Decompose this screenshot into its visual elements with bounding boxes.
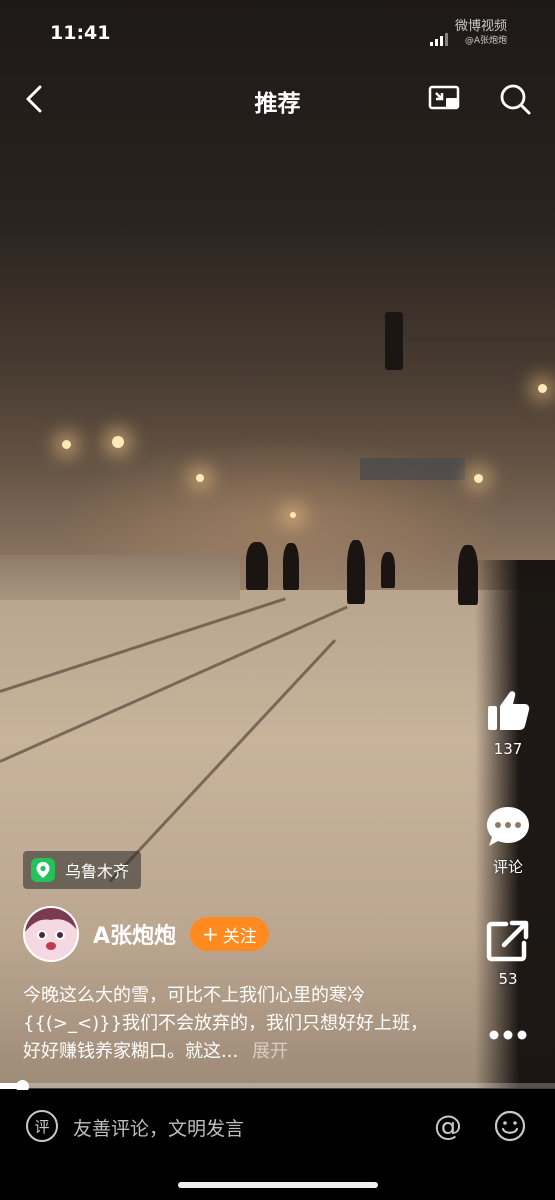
avatar[interactable] <box>23 906 79 962</box>
location-pin-icon <box>31 858 55 882</box>
video-player-screen: 11:41 微博视频 @A张炮炮 推荐 137 评论 53 乌鲁木齐 A张炮炮 … <box>0 0 555 1200</box>
location-name: 乌鲁木齐 <box>65 862 130 881</box>
page-title: 推荐 <box>254 91 301 117</box>
status-time: 11:41 <box>50 22 111 44</box>
street-lamp <box>538 384 547 393</box>
traffic-light <box>385 312 403 370</box>
more-options-button[interactable] <box>480 1022 536 1052</box>
emoji-icon <box>494 1110 526 1142</box>
status-bar: 11:41 微博视频 @A张炮炮 <box>0 0 555 70</box>
street-lamp <box>474 474 483 483</box>
watermark-brand: 微博视频 <box>455 19 508 34</box>
share-icon <box>486 920 529 962</box>
street-lamp <box>196 474 204 482</box>
thumbs-up-icon <box>488 691 530 730</box>
street-lamp <box>112 436 124 448</box>
signal-icon <box>430 27 450 46</box>
video-caption: 今晚这么大的雪，可比不上我们心里的寒冷{{(>_<)}}我们不会放弃的，我们只想… <box>23 982 443 1066</box>
pedestrian <box>381 552 395 588</box>
pedestrian <box>347 540 365 604</box>
more-dots-icon <box>489 1030 527 1040</box>
like-button[interactable]: 137 <box>480 688 536 758</box>
video-progress-bar[interactable] <box>0 1083 555 1089</box>
follow-button[interactable]: + 关注 <box>190 917 269 951</box>
caption-text: 今晚这么大的雪，可比不上我们心里的寒冷{{(>_<)}}我们不会放弃的，我们只想… <box>23 985 429 1062</box>
traffic-pole <box>405 336 555 342</box>
comment-bubble-icon <box>487 807 529 846</box>
search-button[interactable] <box>498 82 532 120</box>
follow-label: 关注 <box>222 926 257 947</box>
comment-input[interactable]: 友善评论，文明发言 <box>73 1114 244 1141</box>
street-lamp <box>62 440 71 449</box>
location-tag[interactable]: 乌鲁木齐 <box>23 851 142 889</box>
comment-input-icon: 评 <box>26 1110 58 1142</box>
author-row: A张炮炮 + 关注 <box>23 906 269 962</box>
comment-label: 评论 <box>492 858 523 876</box>
road-sign <box>360 458 465 480</box>
pedestrian <box>283 543 299 590</box>
comment-button[interactable]: 评论 <box>480 804 536 877</box>
home-indicator[interactable] <box>178 1182 378 1188</box>
mention-button[interactable]: @ <box>432 1110 464 1142</box>
watermark-user: @A张炮炮 <box>464 36 508 46</box>
like-count: 137 <box>493 740 523 758</box>
plus-icon: + <box>202 922 219 946</box>
emoji-button[interactable] <box>494 1110 526 1142</box>
at-sign-icon: @ <box>434 1109 462 1142</box>
share-count: 53 <box>498 970 518 988</box>
comment-icon-char: 评 <box>34 1117 50 1136</box>
watermark: 微博视频 @A张炮炮 <box>455 20 507 48</box>
road-barrier <box>0 555 240 600</box>
pedestrian <box>246 542 268 590</box>
share-button[interactable]: 53 <box>480 918 536 988</box>
screen-cast-icon <box>428 85 460 110</box>
street-lamp <box>290 512 296 518</box>
search-icon <box>500 84 531 115</box>
avatar-image <box>25 908 77 960</box>
screen-cast-button[interactable] <box>428 84 462 118</box>
expand-caption-link[interactable]: 展开 <box>252 1041 288 1062</box>
author-name[interactable]: A张炮炮 <box>93 918 176 950</box>
top-nav: 推荐 <box>0 72 555 128</box>
